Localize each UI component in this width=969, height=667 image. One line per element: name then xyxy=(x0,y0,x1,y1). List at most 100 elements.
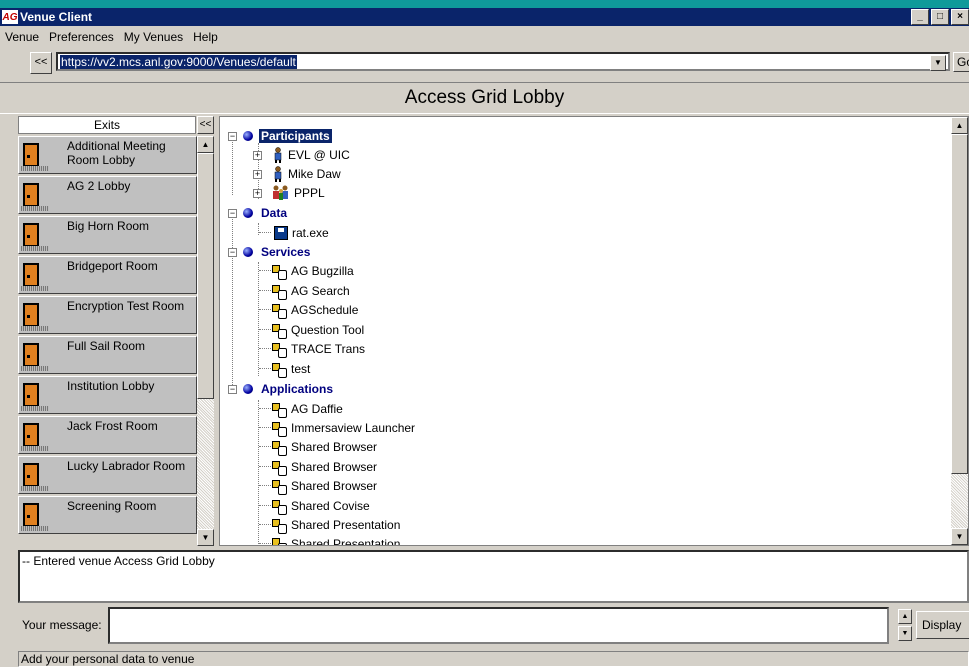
message-input[interactable] xyxy=(108,607,889,644)
message-label: Your message: xyxy=(22,618,102,632)
collapse-icon[interactable]: − xyxy=(228,208,237,218)
floor-shadow xyxy=(21,366,49,371)
venue-title: Access Grid Lobby xyxy=(0,82,969,114)
application-item[interactable]: Shared Browser xyxy=(259,477,377,495)
participant-item[interactable]: + EVL @ UIC xyxy=(253,146,350,164)
menu-my-venues[interactable]: My Venues xyxy=(119,30,188,44)
application-label: Shared Covise xyxy=(291,499,370,513)
plug-service-icon xyxy=(271,303,287,319)
data-node[interactable]: − Data xyxy=(228,204,289,222)
scroll-up-arrow-icon[interactable]: ▲ xyxy=(898,609,912,624)
door-icon xyxy=(23,263,39,287)
service-item[interactable]: AG Search xyxy=(259,282,350,300)
door-icon xyxy=(23,303,39,327)
applications-node[interactable]: − Applications xyxy=(228,380,335,398)
scroll-down-arrow-icon[interactable]: ▼ xyxy=(898,626,912,641)
plug-service-icon xyxy=(271,264,287,280)
exit-item[interactable]: Bridgeport Room xyxy=(18,256,197,294)
tree-branch xyxy=(259,505,271,507)
door-icon xyxy=(23,503,39,527)
message-area: Your message: ▲ ▼ Display xyxy=(18,606,969,650)
exit-item[interactable]: Screening Room xyxy=(18,496,197,534)
participant-item[interactable]: + PPPL xyxy=(253,184,325,202)
exit-item[interactable]: AG 2 Lobby xyxy=(18,176,197,214)
menu-help[interactable]: Help xyxy=(188,30,223,44)
scroll-thumb[interactable] xyxy=(951,134,968,474)
tree-scrollbar[interactable]: ▲ ▼ xyxy=(951,117,968,545)
plug-application-icon xyxy=(271,402,287,418)
plug-application-icon xyxy=(271,440,287,456)
floor-shadow xyxy=(21,206,49,211)
exit-item[interactable]: Additional Meeting Room Lobby xyxy=(18,136,197,174)
menu-venue[interactable]: Venue xyxy=(0,30,44,44)
collapse-icon[interactable]: − xyxy=(228,131,237,141)
application-item[interactable]: AG Daffie xyxy=(259,400,343,418)
scroll-up-arrow-icon[interactable]: ▲ xyxy=(197,136,214,153)
data-label: Data xyxy=(261,206,288,220)
scroll-down-arrow-icon[interactable]: ▼ xyxy=(197,529,214,546)
exit-item[interactable]: Full Sail Room xyxy=(18,336,197,374)
service-item[interactable]: Question Tool xyxy=(259,321,364,339)
data-item-label: rat.exe xyxy=(292,226,329,240)
url-bar: << https://vv2.mcs.anl.gov:9000/Venues/d… xyxy=(0,49,969,77)
minimize-button[interactable]: _ xyxy=(911,9,929,25)
door-icon xyxy=(23,383,39,407)
application-item[interactable]: Shared Browser xyxy=(259,438,377,456)
participant-item[interactable]: + Mike Daw xyxy=(253,165,341,183)
tree-branch xyxy=(259,524,271,526)
data-item[interactable]: rat.exe xyxy=(259,224,329,242)
expand-icon[interactable]: + xyxy=(253,169,262,179)
application-item[interactable]: Immersaview Launcher xyxy=(259,419,415,437)
expand-icon[interactable]: + xyxy=(253,188,262,198)
url-dropdown-button[interactable]: ▼ xyxy=(930,55,946,71)
display-button[interactable]: Display xyxy=(916,611,969,639)
service-item[interactable]: test xyxy=(259,360,310,378)
collapse-icon[interactable]: − xyxy=(228,247,237,257)
status-bar: Add your personal data to venue xyxy=(18,651,969,667)
back-button[interactable]: << xyxy=(30,52,52,74)
scroll-down-arrow-icon[interactable]: ▼ xyxy=(951,528,968,545)
tree-branch xyxy=(259,446,271,448)
title-bar[interactable]: AG Venue Client _ □ × xyxy=(0,8,969,26)
exit-item[interactable]: Jack Frost Room xyxy=(18,416,197,454)
menu-bar: Venue Preferences My Venues Help xyxy=(0,28,223,46)
service-item[interactable]: TRACE Trans xyxy=(259,340,365,358)
exit-item[interactable]: Encryption Test Room xyxy=(18,296,197,334)
service-label: TRACE Trans xyxy=(291,342,366,356)
scroll-thumb[interactable] xyxy=(197,153,214,399)
go-button[interactable]: Go xyxy=(953,52,969,72)
application-item[interactable]: Shared Covise xyxy=(259,497,370,515)
exit-item[interactable]: Big Horn Room xyxy=(18,216,197,254)
floor-shadow xyxy=(21,446,49,451)
event-log[interactable]: -- Entered venue Access Grid Lobby xyxy=(18,550,969,603)
collapse-icon[interactable]: − xyxy=(228,384,237,394)
scroll-up-arrow-icon[interactable]: ▲ xyxy=(951,117,968,134)
category-ball-icon xyxy=(243,247,253,257)
application-item[interactable]: Shared Browser xyxy=(259,458,377,476)
menu-preferences[interactable]: Preferences xyxy=(44,30,119,44)
exit-item[interactable]: Lucky Labrador Room xyxy=(18,456,197,494)
application-item[interactable]: Shared Presentation xyxy=(259,535,400,545)
person-icon xyxy=(272,147,284,163)
category-ball-icon xyxy=(243,131,253,141)
collapse-exits-button[interactable]: << xyxy=(197,116,214,134)
services-node[interactable]: − Services xyxy=(228,243,312,261)
expand-icon[interactable]: + xyxy=(253,150,262,160)
tree-branch xyxy=(259,329,271,331)
plug-service-icon xyxy=(271,284,287,300)
floor-shadow xyxy=(21,406,49,411)
exit-item[interactable]: Institution Lobby xyxy=(18,376,197,414)
services-label: Services xyxy=(261,245,311,259)
application-label: Shared Browser xyxy=(291,440,378,454)
person-icon xyxy=(272,166,284,182)
participants-node[interactable]: − Participants xyxy=(228,127,332,145)
floor-shadow xyxy=(21,326,49,331)
exits-scrollbar[interactable]: ▲ ▼ xyxy=(197,136,214,546)
application-item[interactable]: Shared Presentation xyxy=(259,516,400,534)
service-item[interactable]: AGSchedule xyxy=(259,301,358,319)
service-item[interactable]: AG Bugzilla xyxy=(259,262,354,280)
maximize-button[interactable]: □ xyxy=(931,9,949,25)
close-button[interactable]: × xyxy=(951,9,969,25)
message-scrollbar[interactable]: ▲ ▼ xyxy=(898,609,912,641)
venue-url-input[interactable]: https://vv2.mcs.anl.gov:9000/Venues/defa… xyxy=(56,52,950,71)
